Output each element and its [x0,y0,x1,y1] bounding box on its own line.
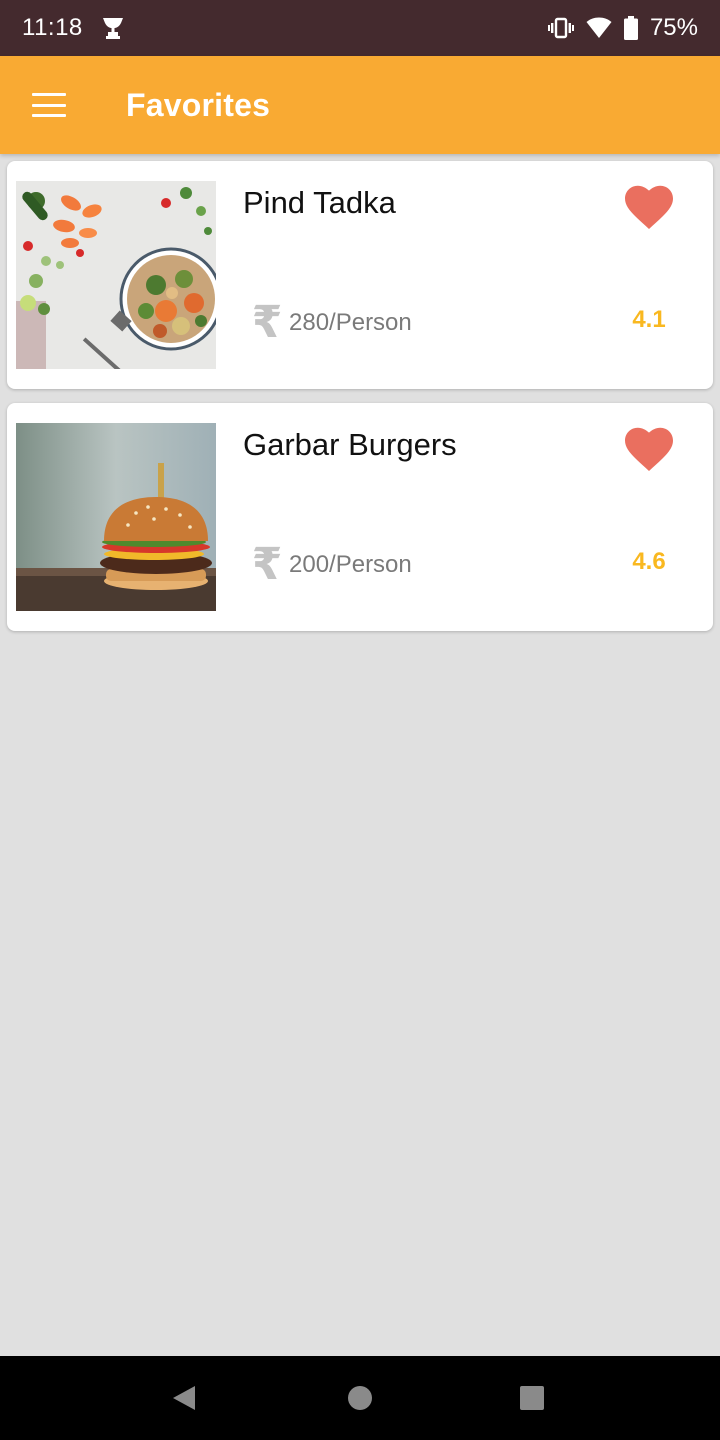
back-button[interactable] [142,1356,226,1440]
back-icon [173,1386,195,1410]
price-text: 200/Person [289,551,412,578]
home-button[interactable] [318,1356,402,1440]
restaurant-name: Garbar Burgers [243,427,457,462]
page-title: Favorites [126,86,271,123]
rating: 4.6 [632,548,666,575]
favorite-heart-icon[interactable] [625,427,673,471]
battery-percent: 75% [649,14,698,41]
favorite-card[interactable]: Garbar Burgers ₹ 200/Person 4.6 [7,403,713,631]
menu-button[interactable] [0,56,98,154]
status-time: 11:18 [22,14,83,41]
wifi-icon [586,17,612,39]
recents-button[interactable] [490,1356,574,1440]
status-right: 75% [547,14,698,42]
status-left: 11:18 [22,14,125,42]
rupee-icon: ₹ [251,297,283,348]
hamburger-menu-icon [32,93,66,117]
rating: 4.1 [632,306,666,333]
price-row: ₹ 200/Person [249,543,412,587]
vibrate-icon [547,17,574,39]
battery-icon [623,16,638,40]
trophy-icon [101,17,125,39]
price-text: 280/Person [289,309,412,336]
favorite-heart-icon[interactable] [625,185,673,229]
restaurant-image [16,181,216,369]
rupee-icon: ₹ [251,539,283,590]
status-bar: 11:18 75% [0,0,720,56]
price-row: ₹ 280/Person [249,301,412,345]
app-bar: Favorites [0,56,720,154]
navigation-bar [0,1356,720,1440]
home-icon [348,1386,372,1410]
recents-icon [520,1386,544,1410]
restaurant-image [16,423,216,611]
favorite-card[interactable]: Pind Tadka ₹ 280/Person 4.1 [7,161,713,389]
restaurant-name: Pind Tadka [243,185,396,220]
